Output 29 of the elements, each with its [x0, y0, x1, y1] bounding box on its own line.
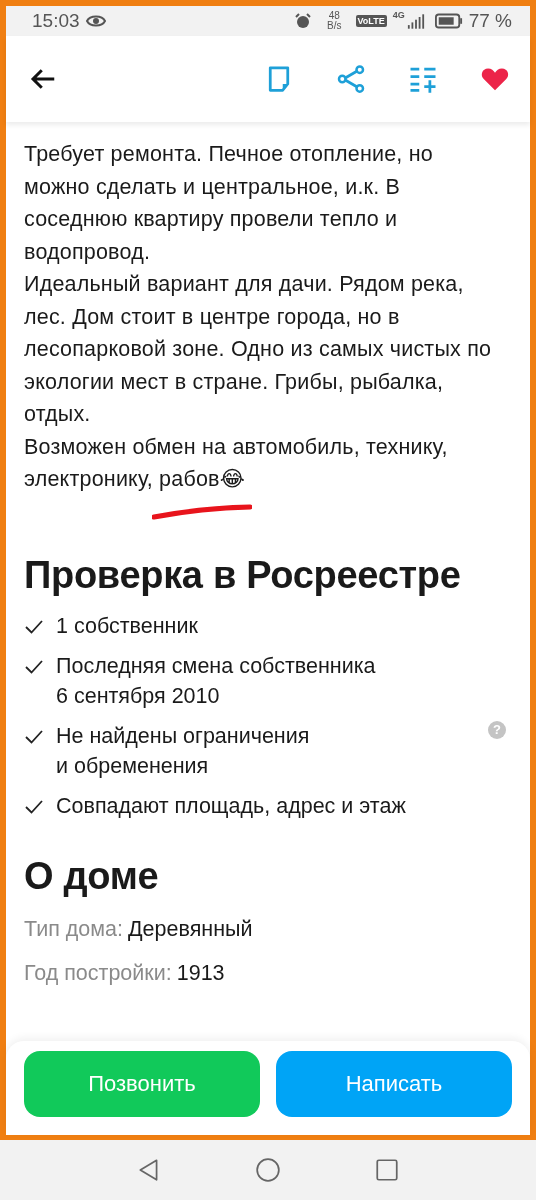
network-type: 4G [392, 10, 405, 20]
call-button[interactable]: Позвонить [24, 1051, 260, 1117]
home-circle-icon[interactable] [255, 1157, 281, 1183]
share-icon[interactable] [336, 64, 366, 94]
description-text: Возможен обмен на автомобиль, технику, электронику, рабов😂 [24, 433, 449, 493]
field-value: 1913 [176, 960, 225, 985]
check-text: Последняя смена собственника 6 сентября 2010 [56, 652, 376, 710]
battery-percent: 77 % [468, 10, 512, 32]
alarm-clock-icon [295, 13, 312, 29]
field-label: Тип дома: [24, 916, 124, 941]
signal-icon [406, 13, 425, 29]
section-heading: О доме [24, 854, 160, 898]
help-button[interactable]: ? [488, 720, 506, 739]
check-text: Совпадают площадь, адрес и этаж [56, 792, 406, 820]
section-heading: Проверка в Росреестре [24, 553, 462, 597]
description-text: Требует ремонта. Печное отопление, но можно сделать и центральное, и.к. В соседнюю квартиру провели тепло и водопровод. [24, 141, 434, 266]
battery-icon [434, 13, 463, 29]
volte-badge: VoLTE [355, 15, 387, 27]
check-text: 1 собственник [56, 612, 198, 640]
description-text: Идеальный вариант для дачи. Рядом река, лес. Дом стоит в центре города, но в лесопарковой зоне. Одно из самых чистых по экологии мест в стране. Грибы, рыбалка, отдых. [24, 271, 493, 428]
eye-icon [85, 14, 106, 28]
recents-square-icon[interactable] [373, 1157, 400, 1183]
field-label: Год постройки: [24, 960, 172, 985]
clock-time: 15:03 [32, 10, 80, 32]
speed-unit: B/s [327, 21, 342, 31]
speed-value: 48 [328, 11, 340, 21]
message-button[interactable]: Написать [276, 1051, 512, 1117]
field-value: Деревянный [128, 916, 253, 941]
check-text: Не найдены ограничения и обременения [56, 722, 310, 780]
